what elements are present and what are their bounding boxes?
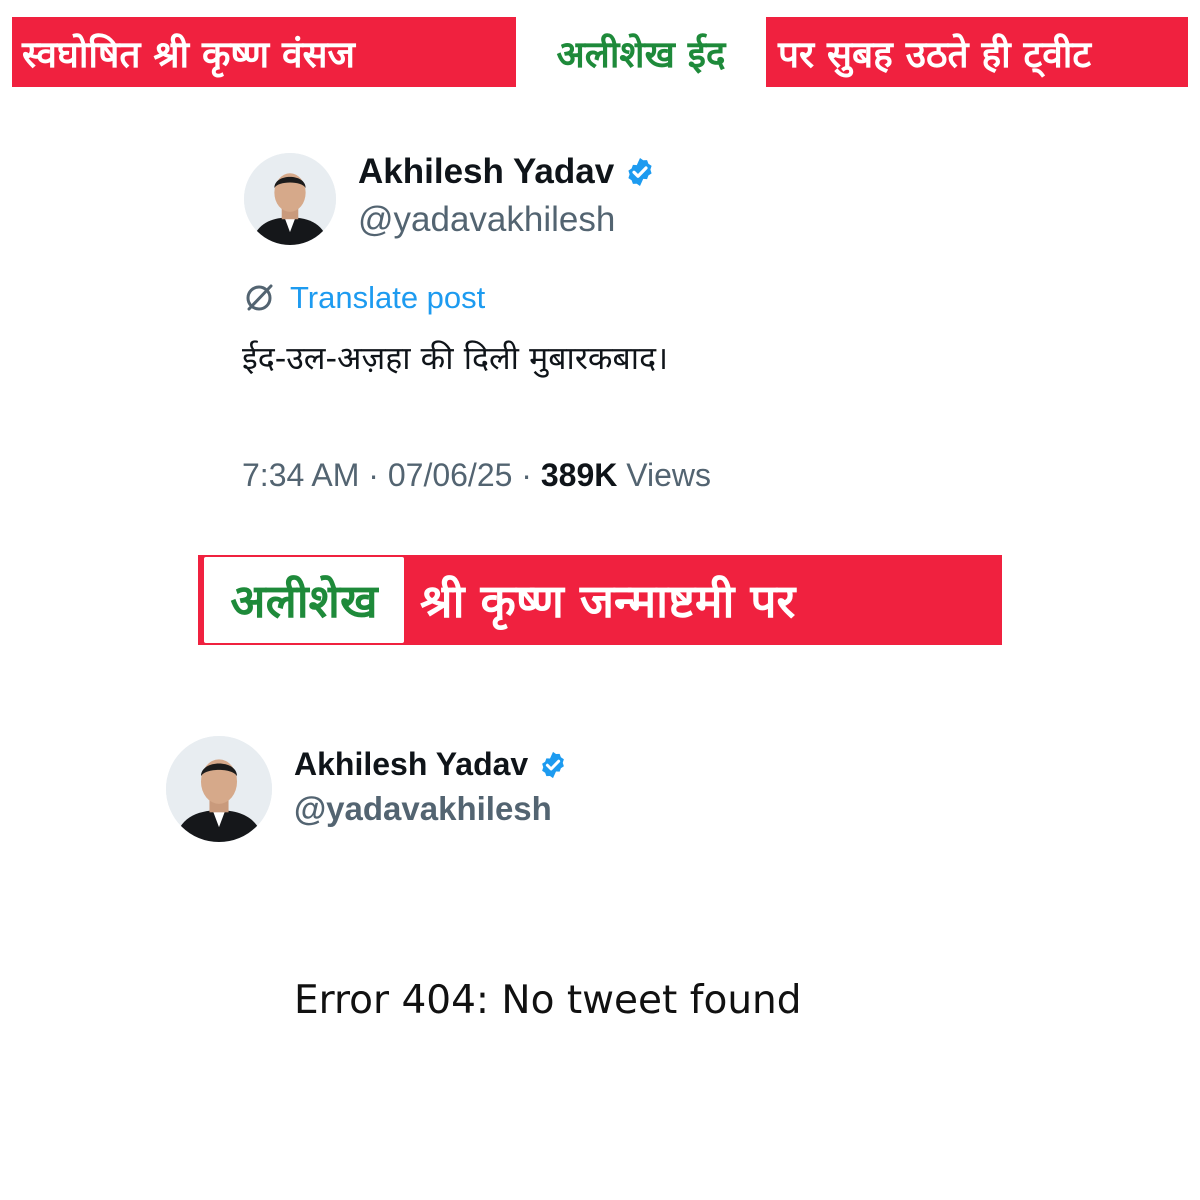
headline-part-2: श्री कृष्ण जन्माष्टमी पर — [404, 555, 1002, 645]
author-name-line[interactable]: Akhilesh Yadav — [294, 746, 568, 783]
error-message: Error 404: No tweet found — [294, 978, 802, 1023]
tweet-body-text: ईद-उल-अज़हा की दिली मुबारकबाद। — [242, 339, 669, 377]
person-photo-icon — [166, 736, 272, 842]
author-handle[interactable]: @yadavakhilesh — [358, 200, 615, 240]
profile-avatar[interactable] — [166, 736, 272, 842]
meta-separator: · — [368, 457, 379, 493]
meta-separator: · — [521, 457, 532, 493]
middle-headline-banner: अलीशेख श्री कृष्ण जन्माष्टमी पर — [198, 555, 1002, 645]
views-count[interactable]: 389K — [541, 457, 618, 493]
tweet-meta: 7:34 AM · 07/06/25 · 389K Views — [242, 457, 711, 494]
headline-part-1: स्वघोषित श्री कृष्ण वंसज — [12, 17, 516, 87]
headline-highlight: अलीशेख ईद — [516, 17, 766, 87]
translate-post-link[interactable]: Translate post — [242, 280, 485, 316]
verified-badge-icon — [624, 156, 656, 188]
author-handle[interactable]: @yadavakhilesh — [294, 790, 552, 828]
tweet-time[interactable]: 7:34 AM — [242, 457, 359, 493]
headline-highlight: अलीशेख — [204, 557, 404, 643]
author-name[interactable]: Akhilesh Yadav — [294, 746, 528, 783]
translate-label[interactable]: Translate post — [290, 280, 485, 316]
profile-avatar[interactable] — [244, 153, 336, 245]
views-label: Views — [626, 457, 712, 493]
person-photo-icon — [244, 153, 336, 245]
translate-icon — [242, 281, 276, 315]
author-name-line[interactable]: Akhilesh Yadav — [358, 152, 656, 192]
verified-badge-icon — [538, 750, 568, 780]
headline-part-3: पर सुबह उठते ही ट्वीट — [766, 17, 1188, 87]
top-headline-banner: स्वघोषित श्री कृष्ण वंसज अलीशेख ईद पर सु… — [12, 17, 1188, 87]
author-name[interactable]: Akhilesh Yadav — [358, 152, 614, 192]
tweet-date[interactable]: 07/06/25 — [388, 457, 513, 493]
